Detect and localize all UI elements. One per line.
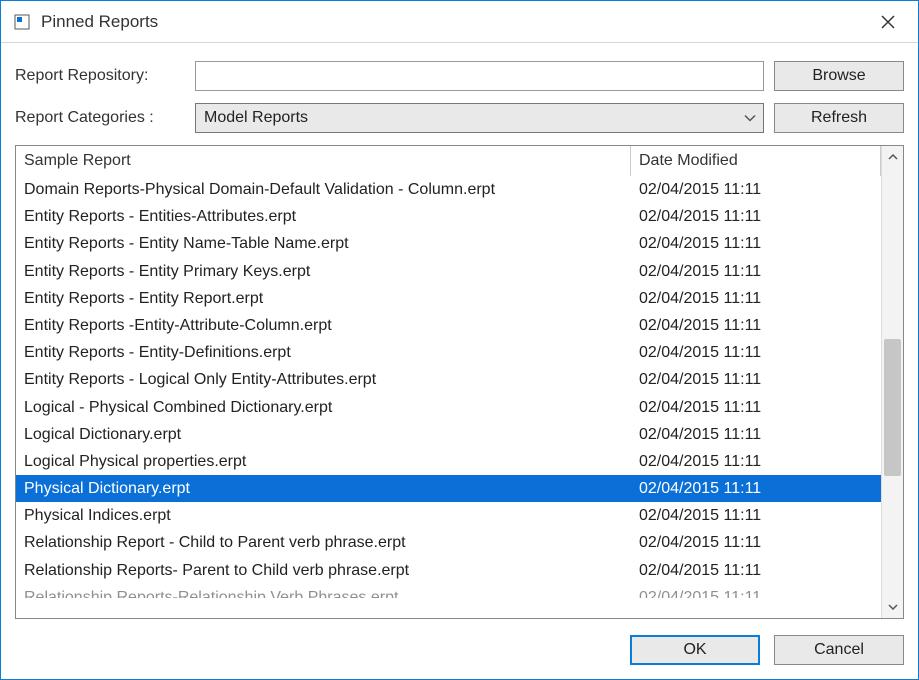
- chevron-up-icon: [888, 154, 898, 160]
- cell-date-modified: 02/04/2015 11:11: [631, 502, 881, 529]
- cell-date-modified: 02/04/2015 11:11: [631, 312, 881, 339]
- table-body: Domain Reports-Physical Domain-Default V…: [16, 176, 881, 618]
- table-row[interactable]: Entity Reports - Entity Primary Keys.erp…: [16, 258, 881, 285]
- cell-date-modified: 02/04/2015 11:11: [631, 557, 881, 584]
- cell-report-name: Entity Reports - Entity Primary Keys.erp…: [16, 258, 631, 285]
- scrollbar-thumb[interactable]: [884, 339, 901, 476]
- table-row[interactable]: Logical Dictionary.erpt02/04/2015 11:11: [16, 421, 881, 448]
- cell-date-modified: 02/04/2015 11:11: [631, 421, 881, 448]
- table-row[interactable]: Entity Reports - Entity Name-Table Name.…: [16, 230, 881, 257]
- categories-label: Report Categories :: [15, 109, 185, 127]
- cell-date-modified: 02/04/2015 11:11: [631, 258, 881, 285]
- table-row[interactable]: Physical Dictionary.erpt02/04/2015 11:11: [16, 475, 881, 502]
- table-row[interactable]: Entity Reports - Logical Only Entity-Att…: [16, 366, 881, 393]
- scrollbar-track[interactable]: [882, 168, 903, 596]
- table-row[interactable]: Relationship Reports-Relationship Verb P…: [16, 584, 881, 598]
- table-row[interactable]: Domain Reports-Physical Domain-Default V…: [16, 176, 881, 203]
- cell-report-name: Entity Reports -Entity-Attribute-Column.…: [16, 312, 631, 339]
- titlebar: Pinned Reports: [1, 1, 918, 43]
- column-header-name[interactable]: Sample Report: [16, 146, 631, 176]
- table-header: Sample Report Date Modified: [16, 146, 881, 176]
- reports-table: Sample Report Date Modified Domain Repor…: [15, 145, 904, 619]
- scroll-up-button[interactable]: [882, 146, 903, 168]
- window-title: Pinned Reports: [41, 12, 868, 32]
- cell-report-name: Entity Reports - Logical Only Entity-Att…: [16, 366, 631, 393]
- cell-date-modified: 02/04/2015 11:11: [631, 529, 881, 556]
- cell-date-modified: 02/04/2015 11:11: [631, 394, 881, 421]
- cell-date-modified: 02/04/2015 11:11: [631, 230, 881, 257]
- table-row[interactable]: Logical Physical properties.erpt02/04/20…: [16, 448, 881, 475]
- categories-selected-value: Model Reports: [195, 103, 764, 133]
- repository-input[interactable]: [195, 61, 764, 91]
- table-row[interactable]: Relationship Report - Child to Parent ve…: [16, 529, 881, 556]
- cell-report-name: Relationship Report - Child to Parent ve…: [16, 529, 631, 556]
- cell-date-modified: 02/04/2015 11:11: [631, 339, 881, 366]
- cell-date-modified: 02/04/2015 11:11: [631, 285, 881, 312]
- close-button[interactable]: [868, 7, 908, 37]
- cell-report-name: Domain Reports-Physical Domain-Default V…: [16, 176, 631, 203]
- cell-report-name: Logical Dictionary.erpt: [16, 421, 631, 448]
- table-row[interactable]: Entity Reports -Entity-Attribute-Column.…: [16, 312, 881, 339]
- cell-date-modified: 02/04/2015 11:11: [631, 584, 881, 598]
- cell-date-modified: 02/04/2015 11:11: [631, 176, 881, 203]
- app-icon: [13, 13, 31, 31]
- cell-report-name: Entity Reports - Entities-Attributes.erp…: [16, 203, 631, 230]
- cell-report-name: Entity Reports - Entity Name-Table Name.…: [16, 230, 631, 257]
- column-header-date[interactable]: Date Modified: [631, 146, 881, 176]
- dialog-footer: OK Cancel: [1, 625, 918, 679]
- scroll-down-button[interactable]: [882, 596, 903, 618]
- pinned-reports-dialog: Pinned Reports Report Repository: Browse…: [0, 0, 919, 680]
- cell-report-name: Relationship Reports-Relationship Verb P…: [16, 584, 631, 598]
- repository-label: Report Repository:: [15, 67, 185, 85]
- cell-report-name: Entity Reports - Entity Report.erpt: [16, 285, 631, 312]
- categories-row: Report Categories : Model Reports Refres…: [15, 103, 904, 133]
- close-icon: [881, 15, 895, 29]
- chevron-down-icon: [888, 604, 898, 610]
- vertical-scrollbar[interactable]: [881, 146, 903, 618]
- cell-date-modified: 02/04/2015 11:11: [631, 448, 881, 475]
- cell-date-modified: 02/04/2015 11:11: [631, 203, 881, 230]
- repository-row: Report Repository: Browse: [15, 61, 904, 91]
- cell-date-modified: 02/04/2015 11:11: [631, 366, 881, 393]
- table-row[interactable]: Logical - Physical Combined Dictionary.e…: [16, 394, 881, 421]
- browse-button[interactable]: Browse: [774, 61, 904, 91]
- cell-report-name: Logical Physical properties.erpt: [16, 448, 631, 475]
- cell-report-name: Physical Dictionary.erpt: [16, 475, 631, 502]
- cell-date-modified: 02/04/2015 11:11: [631, 475, 881, 502]
- cell-report-name: Entity Reports - Entity-Definitions.erpt: [16, 339, 631, 366]
- categories-select[interactable]: Model Reports: [195, 103, 764, 133]
- table-row[interactable]: Entity Reports - Entity Report.erpt02/04…: [16, 285, 881, 312]
- table-row[interactable]: Physical Indices.erpt02/04/2015 11:11: [16, 502, 881, 529]
- cell-report-name: Relationship Reports- Parent to Child ve…: [16, 557, 631, 584]
- cell-report-name: Logical - Physical Combined Dictionary.e…: [16, 394, 631, 421]
- table-row[interactable]: Entity Reports - Entity-Definitions.erpt…: [16, 339, 881, 366]
- refresh-button[interactable]: Refresh: [774, 103, 904, 133]
- cell-report-name: Physical Indices.erpt: [16, 502, 631, 529]
- cancel-button[interactable]: Cancel: [774, 635, 904, 665]
- ok-button[interactable]: OK: [630, 635, 760, 665]
- table-row[interactable]: Entity Reports - Entities-Attributes.erp…: [16, 203, 881, 230]
- table-row[interactable]: Relationship Reports- Parent to Child ve…: [16, 557, 881, 584]
- dialog-body: Report Repository: Browse Report Categor…: [1, 43, 918, 625]
